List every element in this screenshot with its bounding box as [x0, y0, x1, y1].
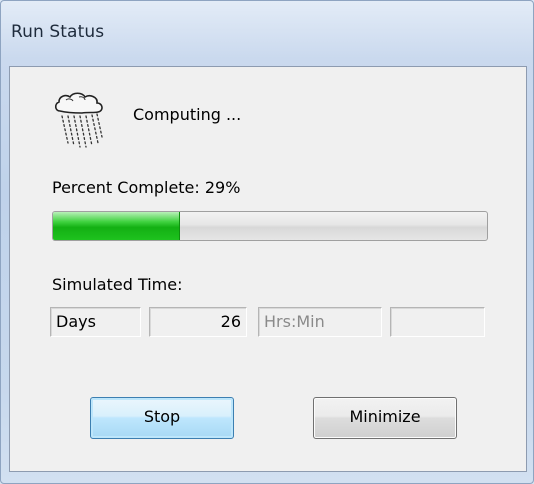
simulated-time-label: Simulated Time: [52, 275, 183, 294]
rain-cloud-icon [54, 92, 103, 148]
run-status-window: Run Status Computing ... Percent Complet… [0, 0, 534, 484]
days-value-field: 26 [149, 307, 247, 337]
hrsmin-value-field [390, 307, 485, 337]
stop-button[interactable]: Stop [90, 397, 234, 439]
dialog-body: Computing ... Percent Complete: 29% Simu… [9, 66, 527, 472]
hrsmin-label-field: Hrs:Min [258, 307, 382, 337]
percent-complete-label: Percent Complete: 29% [52, 178, 241, 197]
minimize-button[interactable]: Minimize [313, 397, 457, 439]
days-label-field: Days [50, 307, 141, 337]
status-text: Computing ... [133, 105, 242, 124]
progress-bar [52, 211, 488, 241]
window-title: Run Status [11, 22, 105, 42]
progress-bar-fill [53, 212, 180, 240]
